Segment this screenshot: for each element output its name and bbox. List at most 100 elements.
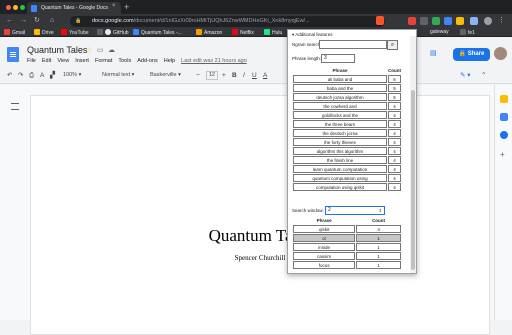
text-color-icon[interactable]: A xyxy=(263,71,267,80)
table-row[interactable]: the deutsch jozsa 4 xyxy=(293,129,401,137)
popup-scrollbar-thumb[interactable] xyxy=(411,90,415,270)
cloud-status-icon[interactable]: ☁ xyxy=(108,47,115,55)
contacts-icon[interactable] xyxy=(500,131,508,139)
table-row[interactable]: the finish line 4 xyxy=(293,156,401,164)
new-tab-icon[interactable]: + xyxy=(124,2,129,12)
docs-logo-icon[interactable] xyxy=(7,47,19,62)
table-row[interactable]: the cowherd and 4 xyxy=(293,102,401,110)
bookmark-youtube[interactable]: YouTube xyxy=(61,29,89,37)
spellcheck-icon[interactable]: A xyxy=(40,71,44,80)
table-row[interactable]: goldilocks and the 4 xyxy=(293,111,401,119)
table-row[interactable]: the three bears 4 xyxy=(293,120,401,128)
document-title[interactable]: Quantum Tales xyxy=(27,45,87,55)
print-icon[interactable]: ⎙ xyxy=(29,71,34,80)
extension-icon[interactable] xyxy=(444,17,452,25)
zoom-select[interactable]: 100% ▾ xyxy=(63,71,81,80)
font-select[interactable]: Baskerville ▾ xyxy=(150,71,181,80)
bookmark-fe1[interactable]: fe1 xyxy=(460,29,475,37)
table-row[interactable]: deutsch jozsa algorithm 5 xyxy=(293,93,401,101)
table-row[interactable]: quantum computation using 4 xyxy=(293,174,401,182)
share-button[interactable]: 🔒 Share xyxy=(453,48,490,61)
document-outline-icon[interactable] xyxy=(11,103,19,110)
avatar[interactable] xyxy=(494,47,507,60)
search-window-value: 2 xyxy=(328,207,331,213)
bookmark-quantum-tales[interactable]: Quantum Tales -... xyxy=(133,29,182,37)
minimize-window-icon[interactable] xyxy=(13,5,18,10)
extension-icon[interactable] xyxy=(470,17,478,25)
browser-menu-icon[interactable]: ⋮ xyxy=(498,17,506,25)
bookmark-github[interactable]: GitHub xyxy=(105,29,129,37)
table-row[interactable]: computation using qiskit 4 xyxy=(293,183,401,191)
table-row[interactable]: ali baba and 6 xyxy=(293,75,401,83)
menu-add-ons[interactable]: Add-ons xyxy=(137,58,158,64)
editing-mode-icon[interactable]: ✎ ▾ xyxy=(460,71,471,80)
phrase-length-input[interactable]: 3 xyxy=(321,54,355,63)
close-tab-icon[interactable]: × xyxy=(112,3,119,10)
forward-icon[interactable]: → xyxy=(20,16,27,26)
table-row-highlighted[interactable]: or 1 xyxy=(293,234,401,242)
table-row[interactable]: qiskit 4 xyxy=(293,225,401,233)
bookmark-drive[interactable]: Drive xyxy=(34,29,54,37)
last-edit-link[interactable]: Last edit was 21 hours ago xyxy=(181,58,247,64)
extension-icon[interactable] xyxy=(420,17,428,25)
menu-file[interactable]: File xyxy=(27,58,36,64)
move-folder-icon[interactable]: ▭ xyxy=(97,47,104,55)
keep-icon[interactable] xyxy=(500,95,508,103)
close-window-icon[interactable] xyxy=(6,5,11,10)
bookmark-gmail[interactable]: Gmail xyxy=(4,29,25,37)
document-heading[interactable]: Quantum Tales xyxy=(31,226,489,246)
menu-view[interactable]: View xyxy=(57,58,69,64)
menu-tools[interactable]: Tools xyxy=(118,58,131,64)
table-row[interactable]: learn quantum computation 4 xyxy=(293,165,401,173)
lock-icon[interactable]: 🔒 xyxy=(75,16,81,26)
table-row[interactable]: algorithm this algorithm 4 xyxy=(293,147,401,155)
table-row[interactable]: inside 1 xyxy=(293,243,401,251)
style-select[interactable]: Normal text ▾ xyxy=(102,71,134,80)
extension-icon[interactable] xyxy=(432,17,440,25)
menu-help[interactable]: Help xyxy=(164,58,175,64)
profile-icon[interactable] xyxy=(484,17,492,25)
menu-edit[interactable]: Edit xyxy=(42,58,51,64)
extension-icon[interactable] xyxy=(408,17,416,25)
maximize-window-icon[interactable] xyxy=(20,5,25,10)
table-row[interactable]: cassim 1 xyxy=(293,252,401,260)
star-icon[interactable]: ☆ xyxy=(86,47,92,55)
brave-shields-icon[interactable] xyxy=(376,16,384,25)
reload-icon[interactable]: ↻ xyxy=(34,16,40,26)
menu-format[interactable]: Format xyxy=(95,58,112,64)
paint-format-icon[interactable]: ▞ xyxy=(50,71,55,80)
stepper-arrows-icon[interactable]: ⇕ xyxy=(379,207,382,214)
redo-icon[interactable]: ↷ xyxy=(18,71,23,80)
tasks-icon[interactable] xyxy=(500,113,508,121)
back-icon[interactable]: ← xyxy=(6,16,13,26)
browser-tab-active[interactable]: Quantum Tales - Google Docs xyxy=(27,2,121,14)
add-on-icon[interactable]: + xyxy=(500,151,508,159)
comments-icon[interactable]: ▤ xyxy=(430,50,437,58)
bookmark-amazon[interactable]: Amazon xyxy=(196,29,222,37)
font-size-input[interactable]: 12 xyxy=(206,71,219,80)
omnibox[interactable]: docs.google.com/document/d/1nIGzXr09roHM… xyxy=(70,16,385,27)
table-row[interactable]: the forty thieves 4 xyxy=(293,138,401,146)
home-icon[interactable]: ⌂ xyxy=(50,16,54,26)
table-row[interactable]: baba and the 5 xyxy=(293,84,401,92)
additional-features-toggle[interactable]: ▾ Additional features xyxy=(292,32,333,38)
menu-insert[interactable]: Insert xyxy=(75,58,89,64)
bookmark-netflix[interactable]: Netflix xyxy=(232,29,254,37)
undo-icon[interactable]: ↶ xyxy=(7,71,12,80)
font-size-increase-icon[interactable]: + xyxy=(222,71,226,80)
bold-icon[interactable]: B xyxy=(232,71,237,80)
search-window-stepper[interactable]: 2 ⇕ xyxy=(325,206,385,215)
ngram-search-input[interactable] xyxy=(319,40,387,49)
table-row[interactable]: focus 1 xyxy=(293,261,401,269)
extension-icon[interactable] xyxy=(456,17,464,25)
italic-icon[interactable]: I xyxy=(243,71,245,80)
hide-menus-icon[interactable]: ⌃ xyxy=(481,71,486,80)
underline-icon[interactable]: U xyxy=(252,71,257,80)
bookmark-hulu[interactable]: Hulu xyxy=(264,29,282,37)
bookmark-unnamed[interactable] xyxy=(97,29,105,37)
search-icon[interactable]: ⌕ xyxy=(387,40,398,50)
bookmark-gateway[interactable]: gateway xyxy=(430,29,449,36)
document-author[interactable]: Spencer Churchill xyxy=(31,254,489,262)
document-page[interactable]: Quantum Tales Spencer Churchill xyxy=(30,95,490,335)
font-size-decrease-icon[interactable]: − xyxy=(196,71,200,80)
